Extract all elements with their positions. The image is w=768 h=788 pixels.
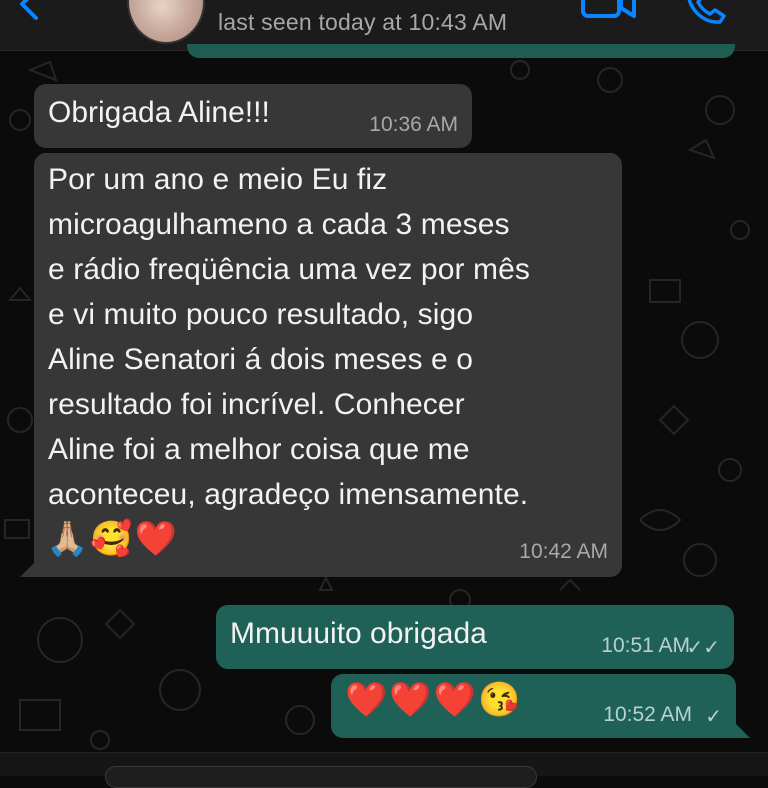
message-text: Mmuuuito obrigada: [230, 617, 487, 650]
message-input[interactable]: [105, 766, 537, 788]
message-line: Aline Senatori á dois meses e o: [48, 343, 474, 376]
message-line: aconteceu, agradeço imensamente.: [48, 478, 529, 511]
video-call-icon[interactable]: [580, 0, 638, 22]
bubble-tail: [20, 561, 36, 577]
message-bubble-incoming[interactable]: Obrigada Aline!!! 10:36 AM: [34, 84, 472, 148]
message-line: e vi muito pouco resultado, sigo: [48, 298, 474, 331]
message-line: e rádio freqüência uma vez por mês: [48, 253, 530, 286]
message-time: 10:36 AM: [369, 113, 458, 136]
previous-message-bubble-edge: [187, 44, 735, 58]
message-bubble-outgoing[interactable]: ❤️❤️❤️😘 10:52 AM ✓: [331, 674, 750, 738]
message-time: 10:51 AM: [601, 634, 690, 657]
message-line: Por um ano e meio Eu fiz: [48, 163, 388, 196]
message-line: microagulhameno a cada 3 meses: [48, 208, 510, 241]
message-text: Obrigada Aline!!!: [48, 96, 270, 129]
message-bubble-incoming[interactable]: Por um ano e meio Eu fiz microagulhameno…: [20, 153, 622, 577]
message-emojis: ❤️❤️❤️😘: [345, 681, 523, 719]
last-seen-status: last seen today at 10:43 AM: [218, 9, 508, 35]
message-time: 10:52 AM: [603, 703, 692, 726]
message-time: 10:42 AM: [519, 540, 608, 563]
message-line: resultado foi incrível. Conhecer: [48, 388, 465, 421]
sent-receipt-icon: ✓: [705, 706, 722, 728]
message-bubble-outgoing[interactable]: Mmuuuito obrigada 10:51 AM ✓✓: [216, 605, 734, 669]
message-line: Aline foi a melhor coisa que me: [48, 433, 470, 466]
phone-call-icon[interactable]: [684, 0, 730, 24]
back-chevron-icon[interactable]: [12, 0, 48, 22]
message-emojis: 🙏🏼🥰❤️: [46, 520, 180, 558]
contact-avatar[interactable]: [127, 0, 205, 44]
bubble-tail: [734, 722, 750, 738]
read-receipt-icon: ✓✓: [686, 637, 720, 659]
